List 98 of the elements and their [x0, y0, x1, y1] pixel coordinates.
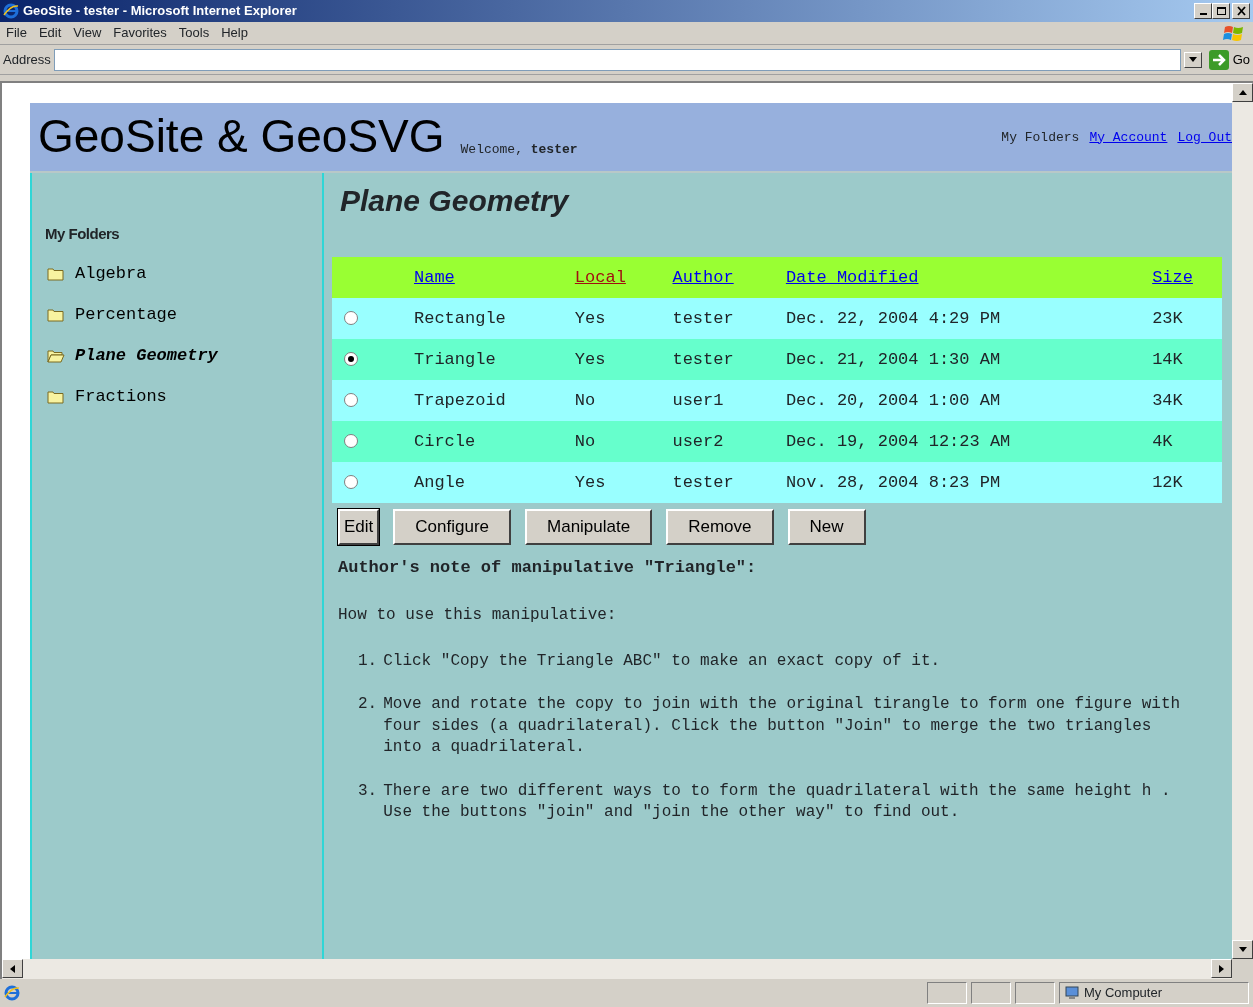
table-cell: Yes: [574, 349, 606, 369]
instruction-step: Move and rotate the copy to join with the original tirangle to form one figure with four sides (a quadrilateral). Click the button "Join" to merge the two triangles into a quadrilateral.: [383, 694, 1198, 759]
step-number: 3.: [358, 780, 378, 802]
window-title: GeoSite - tester - Microsoft Internet Explorer: [23, 2, 298, 21]
table-cell: No: [574, 431, 596, 451]
dropdown-button[interactable]: [1183, 51, 1202, 68]
table-cell: Angle: [414, 472, 465, 492]
table-cell: Trapezoid: [414, 390, 506, 410]
folder-icon: [47, 390, 65, 404]
left-arrow-icon: [10, 964, 15, 973]
browser-icon: [3, 3, 19, 19]
radio-button[interactable]: [344, 475, 358, 490]
nav-link[interactable]: My Account: [1089, 127, 1168, 147]
table-cell: Yes: [574, 472, 606, 492]
table-cell: tester: [672, 472, 734, 492]
address-field[interactable]: [53, 48, 1181, 71]
minimize-button[interactable]: [1194, 3, 1212, 19]
note-intro: How to use this manipulative:: [338, 604, 618, 626]
menu-item[interactable]: Help: [217, 23, 256, 43]
table-cell: tester: [672, 308, 734, 328]
table-cell: Circle: [414, 431, 476, 451]
vertical-scrollbar[interactable]: [1232, 83, 1253, 959]
action-button[interactable]: Configure: [393, 509, 511, 545]
table-cell: 23K: [1152, 308, 1183, 328]
minimize-icon: [1199, 13, 1207, 15]
column-header-link[interactable]: Size: [1152, 267, 1193, 287]
menu-item[interactable]: Tools: [174, 23, 218, 43]
instruction-step: There are two different ways to to form the quadrilateral with the same height h . Use the buttons "join" and "join the other way" to find out.: [383, 780, 1198, 825]
menu-item[interactable]: File: [2, 23, 35, 43]
page-title: Plane Geometry: [340, 183, 571, 219]
status-pane: [1015, 982, 1055, 1004]
instruction-step: Click "Copy the Triangle ABC" to make an exact copy of it.: [383, 650, 1198, 673]
maximize-icon: [1215, 6, 1227, 16]
scroll-right-button[interactable]: [1211, 959, 1232, 978]
table-cell: 12K: [1152, 472, 1183, 492]
table-cell: user1: [672, 390, 724, 410]
table-cell: No: [574, 390, 596, 410]
radio-button[interactable]: [344, 434, 358, 449]
page-icon: [4, 985, 20, 1001]
maximize-button[interactable]: [1212, 3, 1230, 19]
table-cell: Rectangle: [414, 308, 506, 328]
folder-icon: [47, 308, 65, 322]
scroll-left-button[interactable]: [2, 959, 23, 978]
table-cell: Dec. 20, 2004 1:00 AM: [785, 390, 1001, 410]
column-header-link[interactable]: Author: [672, 267, 734, 287]
nav-text: My Folders: [1001, 128, 1080, 147]
table-cell: Dec. 21, 2004 1:30 AM: [785, 349, 1001, 369]
radio-button[interactable]: [344, 311, 358, 326]
table-cell: Triangle: [414, 349, 496, 369]
status-pane: [927, 982, 967, 1004]
folder-link[interactable]: Algebra: [45, 253, 322, 295]
computer-icon: [1064, 985, 1080, 1001]
step-number: 1.: [358, 650, 378, 672]
nav-link[interactable]: Log Out: [1177, 127, 1232, 147]
open-folder-icon: [47, 349, 65, 363]
folder-link[interactable]: Fractions: [45, 376, 322, 418]
radio-button[interactable]: [344, 352, 358, 367]
table-cell: Dec. 19, 2004 12:23 AM: [785, 431, 1011, 451]
scroll-up-button[interactable]: [1232, 83, 1253, 102]
close-button[interactable]: [1232, 3, 1250, 19]
table-cell: 14K: [1152, 349, 1183, 369]
table-cell: user2: [672, 431, 724, 451]
table-cell: tester: [672, 349, 734, 369]
zone-label: My Computer: [1084, 984, 1163, 1003]
down-arrow-icon: [1238, 947, 1247, 952]
radio-button[interactable]: [344, 393, 358, 408]
note-heading: Author's note of manipulative "Triangle":: [338, 557, 758, 579]
table-cell: Nov. 28, 2004 8:23 PM: [785, 472, 1001, 492]
scroll-down-button[interactable]: [1232, 940, 1253, 959]
column-header-link[interactable]: Local: [574, 267, 626, 287]
caret-icon: [1188, 57, 1197, 62]
table-cell: Yes: [574, 308, 606, 328]
step-number: 2.: [358, 694, 378, 716]
menu-item[interactable]: Edit: [34, 23, 70, 43]
horizontal-scrollbar[interactable]: [2, 959, 1232, 979]
folder-icon: [47, 267, 65, 281]
address-label: Address: [3, 50, 51, 69]
column-header-link[interactable]: Date Modified: [785, 267, 919, 287]
menu-item[interactable]: Favorites: [109, 23, 175, 43]
table-cell: Dec. 22, 2004 4:29 PM: [785, 308, 1001, 328]
action-button[interactable]: New: [787, 509, 866, 545]
action-button[interactable]: Manipulate: [525, 509, 653, 545]
up-arrow-icon: [1238, 90, 1247, 95]
site-title: GeoSite & GeoSVG: [38, 113, 445, 159]
table-cell: 4K: [1152, 431, 1173, 451]
folder-link[interactable]: Percentage: [45, 294, 322, 336]
table-cell: 34K: [1152, 390, 1183, 410]
windows-logo-icon: [1223, 23, 1245, 43]
close-icon: [1235, 6, 1247, 16]
right-arrow-icon: [1219, 964, 1224, 973]
sidebar-heading: My Folders: [45, 224, 121, 244]
column-header-link[interactable]: Name: [414, 267, 455, 287]
menu-item[interactable]: View: [69, 23, 110, 43]
action-button[interactable]: Remove: [666, 509, 774, 545]
welcome-text: Welcome, tester: [460, 140, 578, 159]
folder-link[interactable]: Plane Geometry: [45, 335, 322, 377]
status-pane: [971, 982, 1011, 1004]
action-button[interactable]: Edit: [338, 509, 380, 545]
